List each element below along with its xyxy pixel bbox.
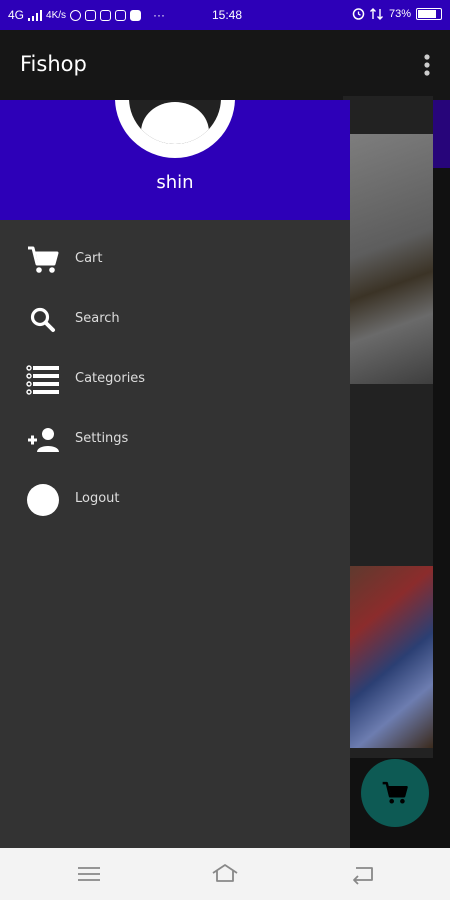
search-icon — [30, 307, 55, 332]
more-vert-icon — [424, 54, 430, 76]
user-name: shin — [156, 172, 194, 193]
alarm-icon — [352, 8, 365, 20]
app-bar: Fishop — [0, 30, 450, 100]
menu-icon — [78, 867, 100, 881]
more-notifications: ··· — [153, 8, 166, 22]
cart-fab[interactable] — [361, 759, 429, 827]
circle-icon — [27, 484, 59, 516]
drawer-menu: Cart Search Categories Settings Logout — [0, 230, 350, 530]
clock: 15:48 — [212, 8, 243, 22]
product-image — [343, 566, 433, 748]
nav-menu-button[interactable] — [74, 860, 104, 888]
youtube-icon — [130, 9, 142, 21]
avatar[interactable] — [115, 100, 235, 158]
drawer-item-settings[interactable]: Settings — [0, 410, 350, 470]
message-icon — [100, 9, 112, 21]
drawer-item-categories[interactable]: Categories — [0, 350, 350, 410]
system-nav-bar — [0, 848, 450, 900]
home-icon — [212, 864, 238, 882]
cart-icon — [382, 781, 408, 804]
drawer-item-search[interactable]: Search — [0, 290, 350, 350]
back-icon — [353, 867, 373, 885]
list-icon — [26, 365, 59, 395]
status-left: 4G 4K/s ··· — [8, 8, 165, 22]
product-image — [343, 134, 433, 384]
network-speed: 4K/s — [46, 9, 67, 21]
overflow-menu-button[interactable] — [416, 50, 438, 80]
data-icon — [369, 7, 383, 20]
app-icon — [115, 9, 127, 21]
nav-home-button[interactable] — [210, 860, 240, 888]
drawer-item-label: Settings — [75, 431, 129, 446]
screen: 4G 4K/s ··· 15:48 73% Fishop shin Cart S… — [0, 0, 450, 900]
network-type: 4G — [8, 8, 25, 22]
status-bar: 4G 4K/s ··· 15:48 73% — [0, 0, 450, 30]
app-title: Fishop — [20, 52, 87, 76]
navigation-drawer: shin Cart Search Categories Settings Log… — [0, 100, 350, 848]
drawer-item-label: Cart — [75, 251, 103, 266]
battery-percent: 73% — [388, 7, 411, 20]
drawer-item-label: Search — [75, 311, 120, 326]
drawer-header: shin — [0, 100, 350, 220]
drawer-item-label: Logout — [75, 491, 120, 506]
add-person-icon — [28, 428, 59, 452]
cart-icon — [28, 246, 59, 273]
drawer-item-cart[interactable]: Cart — [0, 230, 350, 290]
status-right: 73% — [352, 7, 442, 20]
signal-icon — [28, 9, 43, 21]
avatar-body — [141, 102, 209, 144]
drawer-item-label: Categories — [75, 371, 146, 386]
nav-back-button[interactable] — [348, 860, 378, 888]
drawer-item-logout[interactable]: Logout — [0, 470, 350, 530]
avatar-person-icon — [129, 100, 221, 144]
battery-icon — [416, 7, 442, 20]
instagram-icon — [85, 9, 97, 21]
whatsapp-icon — [70, 9, 82, 21]
